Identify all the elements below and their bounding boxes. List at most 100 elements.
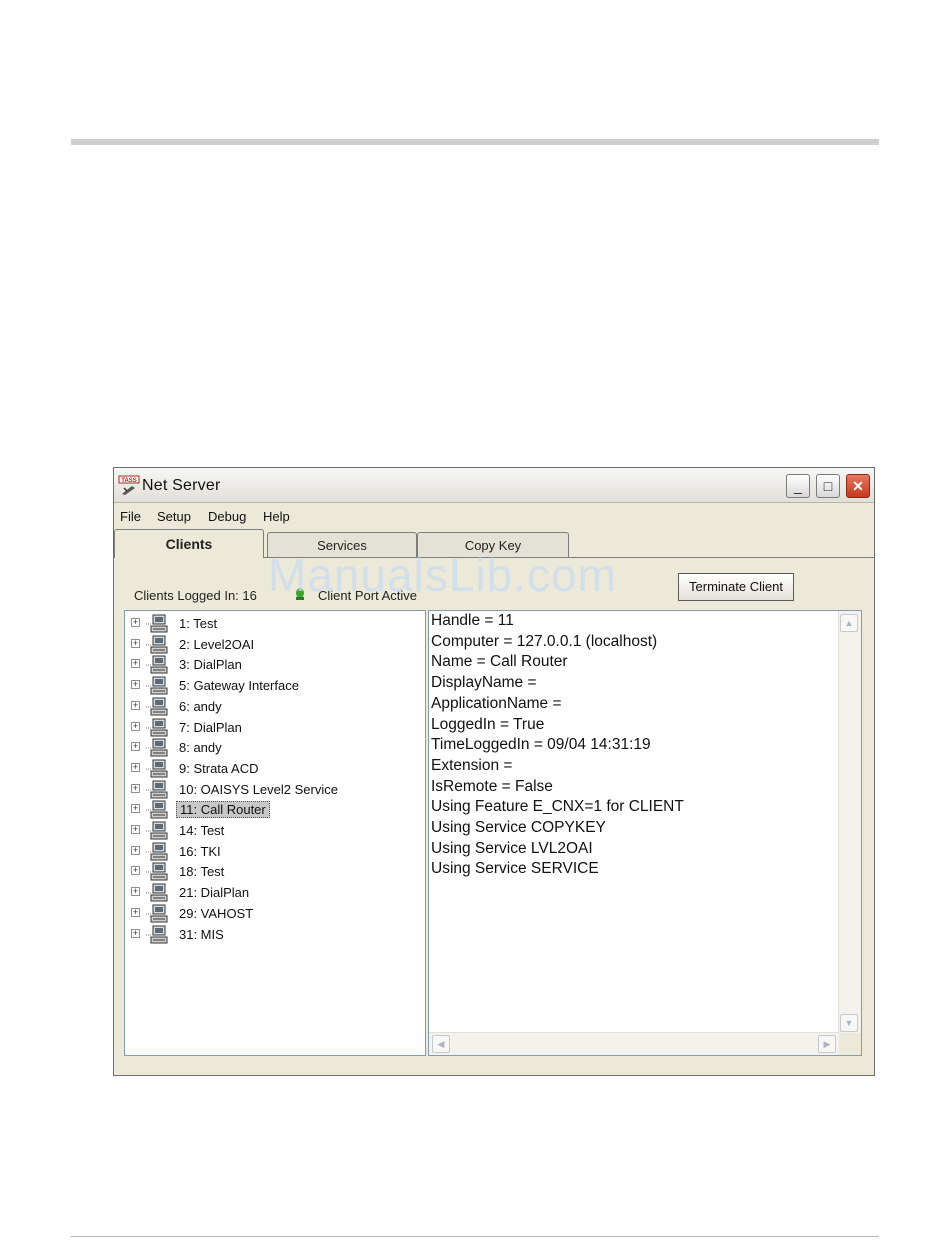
close-button[interactable]: ✕ [846, 474, 870, 498]
maximize-button[interactable]: □ [816, 474, 840, 498]
client-tree-item[interactable]: +31: MIS [125, 924, 425, 944]
client-tree-item[interactable]: +29: VAHOST [125, 903, 425, 923]
client-tree-item[interactable]: +1: Test [125, 613, 425, 633]
detail-line: ApplicationName = [431, 694, 562, 712]
computer-client-icon [146, 925, 168, 943]
tass-app-icon: TASS [118, 475, 140, 495]
scroll-right-arrow-icon[interactable]: ▶ [818, 1035, 836, 1053]
computer-client-icon [146, 780, 168, 799]
computer-client-icon [146, 904, 168, 923]
client-label: 3: DialPlan [179, 657, 242, 673]
detail-line: Using Service SERVICE [431, 860, 599, 878]
computer-client-icon [146, 697, 168, 716]
scroll-left-arrow-icon[interactable]: ◀ [432, 1035, 450, 1053]
client-label: 5: Gateway Interface [179, 678, 299, 694]
page-footer-rule [71, 1236, 879, 1237]
expand-plus-icon[interactable]: + [131, 659, 140, 669]
menu-help[interactable]: Help [263, 509, 290, 524]
expand-plus-icon[interactable]: + [131, 680, 140, 690]
client-label: 8: andy [179, 740, 222, 756]
expand-plus-icon[interactable]: + [131, 804, 140, 814]
menu-bar: File Setup Debug Help [114, 503, 874, 527]
client-label: 21: DialPlan [179, 885, 250, 901]
horizontal-scrollbar[interactable]: ◀ ▶ [429, 1032, 839, 1055]
title-bar[interactable]: TASS Net Server _ □ ✕ [114, 468, 874, 503]
minimize-button[interactable]: _ [786, 474, 810, 498]
scroll-down-arrow-icon[interactable]: ▼ [840, 1014, 858, 1032]
client-tree-item[interactable]: +9: Strata ACD [125, 758, 425, 778]
computer-client-icon [146, 655, 168, 674]
detail-line: LoggedIn = True [431, 715, 545, 733]
expand-plus-icon[interactable]: + [131, 700, 140, 710]
menu-file[interactable]: File [120, 509, 141, 524]
tab-clients[interactable]: Clients [114, 529, 264, 558]
detail-line: Using Service COPYKEY [431, 819, 606, 836]
expand-plus-icon[interactable]: + [131, 721, 140, 731]
client-label: 2: Level2OAI [179, 636, 255, 652]
client-tree-item[interactable]: +10: OAISYS Level2 Service [125, 779, 425, 799]
clients-logged-in-count: Clients Logged In: 16 [134, 588, 257, 603]
client-label: 14: Test [179, 823, 225, 838]
menu-setup[interactable]: Setup [157, 509, 191, 524]
client-label: 31: MIS [179, 926, 224, 942]
client-label: 10: OAISYS Level2 Service [179, 781, 338, 797]
vertical-scrollbar[interactable]: ▲ ▼ [838, 611, 861, 1035]
expand-plus-icon[interactable]: + [131, 845, 140, 855]
client-tree-item[interactable]: +14: Test [125, 820, 425, 840]
computer-client-icon [146, 614, 168, 633]
expand-plus-icon[interactable]: + [131, 638, 140, 648]
client-tree-item[interactable]: +8: andy [125, 737, 425, 757]
detail-line: Computer = 127.0.0.1 (localhost) [431, 632, 658, 650]
computer-client-icon [146, 821, 168, 840]
expand-plus-icon[interactable]: + [131, 783, 140, 793]
client-details-pane[interactable]: Handle = 11 Computer = 127.0.0.1 (localho… [428, 610, 862, 1056]
terminate-client-button[interactable]: Terminate Client [678, 573, 794, 601]
detail-line: Handle = 11 [431, 612, 514, 629]
detail-line: DisplayName = [431, 674, 537, 692]
detail-line: TimeLoggedIn = 09/04 14:31:19 [431, 736, 651, 754]
expand-plus-icon[interactable]: + [131, 887, 140, 897]
computer-client-icon [146, 738, 168, 757]
client-label: 1: Test [179, 616, 218, 631]
computer-client-icon [146, 800, 168, 819]
computer-client-icon [146, 862, 168, 881]
client-tree-item[interactable]: +11: Call Router [125, 799, 425, 819]
scroll-up-arrow-icon[interactable]: ▲ [840, 614, 858, 632]
expand-plus-icon[interactable]: + [131, 866, 140, 876]
expand-plus-icon[interactable]: + [131, 742, 140, 752]
client-tree-item[interactable]: +2: Level2OAI [125, 634, 425, 654]
detail-line: IsRemote = False [431, 777, 553, 795]
client-tree-item[interactable]: +18: Test [125, 861, 425, 881]
computer-client-icon [146, 759, 168, 778]
client-label: 16: TKI [179, 843, 221, 859]
client-label: 29: VAHOST [179, 905, 254, 921]
page-header-rule [71, 139, 879, 145]
client-tree-item[interactable]: +6: andy [125, 696, 425, 716]
client-tree-item[interactable]: +16: TKI [125, 841, 425, 861]
expand-plus-icon[interactable]: + [131, 907, 140, 917]
client-label: 9: Strata ACD [179, 760, 259, 776]
client-tree-item[interactable]: +7: DialPlan [125, 717, 425, 737]
detail-line: Name = Call Router [431, 653, 568, 671]
expand-plus-icon[interactable]: + [131, 928, 140, 938]
detail-line: Using Feature E_CNX=1 for CLIENT [431, 798, 684, 816]
expand-plus-icon[interactable]: + [131, 825, 140, 834]
computer-client-icon [146, 842, 168, 861]
clients-tab-panel: Clients Logged In: 16 Client Port Active… [114, 557, 874, 1075]
clients-tree[interactable]: +1: Test +2: Level2OAI +3: DialPlan +5: Gat… [124, 610, 426, 1056]
detail-line: Extension = [431, 756, 513, 774]
client-tree-item[interactable]: +5: Gateway Interface [125, 675, 425, 695]
client-label: 18: Test [179, 864, 225, 880]
window-title: Net Server [142, 477, 221, 494]
expand-plus-icon[interactable]: + [131, 618, 140, 627]
client-tree-item[interactable]: +3: DialPlan [125, 654, 425, 674]
computer-client-icon [146, 635, 168, 654]
expand-plus-icon[interactable]: + [131, 762, 140, 772]
scrollbar-corner [839, 1033, 861, 1055]
client-tree-item[interactable]: +21: DialPlan [125, 882, 425, 902]
client-label: 6: andy [179, 698, 222, 714]
detail-line: Using Service LVL2OAI [431, 839, 593, 857]
computer-client-icon [146, 883, 168, 902]
menu-debug[interactable]: Debug [208, 509, 246, 524]
client-label: 11: Call Router [176, 801, 270, 819]
